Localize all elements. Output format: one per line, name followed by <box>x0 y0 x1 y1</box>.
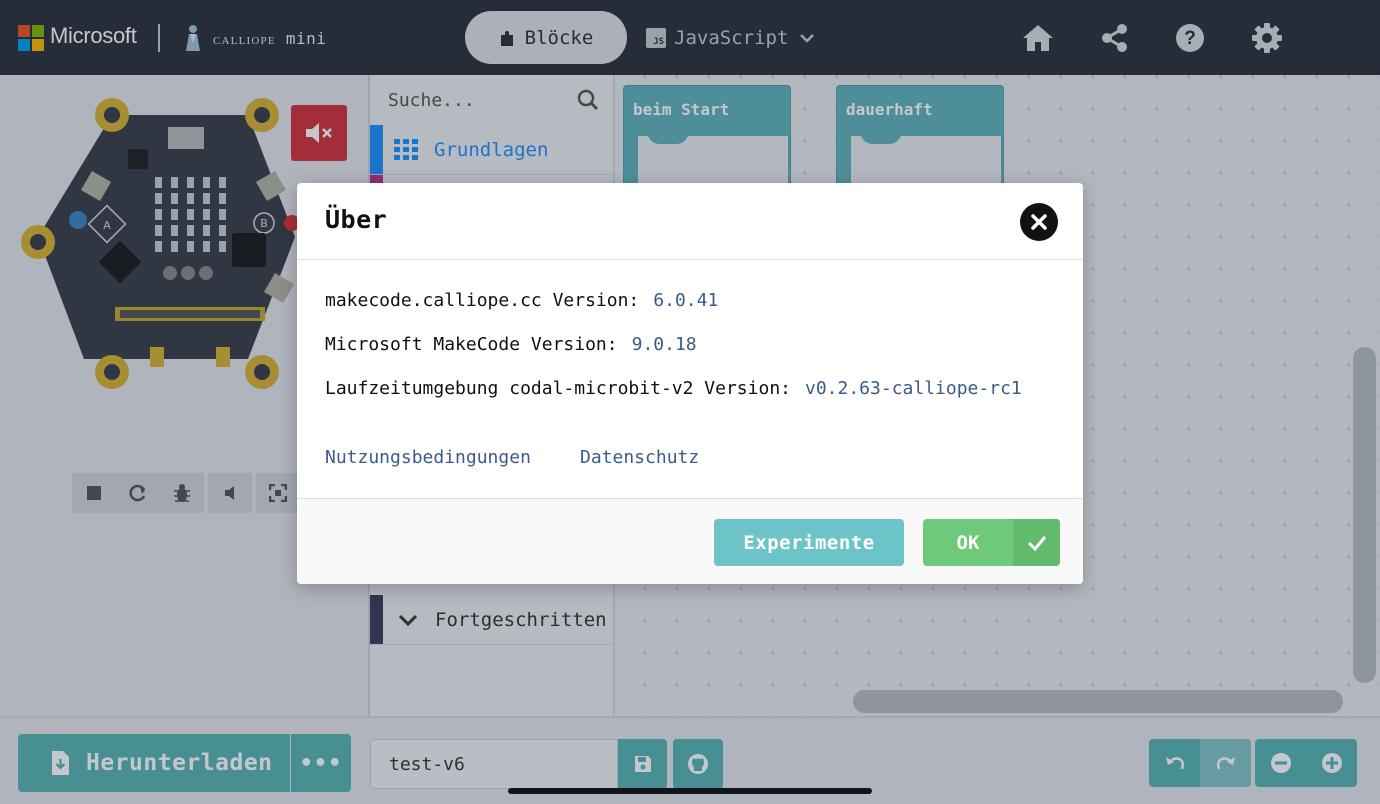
version-row: makecode.calliope.cc Version: 6.0.41 <box>325 290 718 311</box>
version-label: makecode.calliope.cc Version: <box>325 290 640 311</box>
ok-label: OK <box>956 531 980 554</box>
version-row: Laufzeitumgebung codal-microbit-v2 Versi… <box>325 378 1022 399</box>
dialog-header: Über <box>297 183 1083 260</box>
close-button[interactable] <box>1020 203 1058 241</box>
ok-button[interactable]: OK <box>923 519 1060 566</box>
version-label: Microsoft MakeCode Version: <box>325 334 618 355</box>
about-dialog: Über makecode.calliope.cc Version: 6.0.41… <box>297 183 1083 584</box>
version-value: v0.2.63-calliope-rc1 <box>805 378 1022 399</box>
close-icon <box>1031 214 1047 230</box>
dialog-title: Über <box>325 205 388 234</box>
checkmark-icon <box>1013 519 1060 566</box>
experiments-button[interactable]: Experimente <box>714 519 904 566</box>
version-value: 9.0.18 <box>631 334 697 355</box>
dialog-footer: Experimente OK <box>297 498 1083 584</box>
version-row: Microsoft MakeCode Version: 9.0.18 <box>325 334 697 355</box>
version-label: Laufzeitumgebung codal-microbit-v2 Versi… <box>325 378 791 399</box>
version-value: 6.0.41 <box>653 290 719 311</box>
terms-link[interactable]: Nutzungsbedingungen <box>325 447 531 468</box>
privacy-link[interactable]: Datenschutz <box>580 447 699 468</box>
